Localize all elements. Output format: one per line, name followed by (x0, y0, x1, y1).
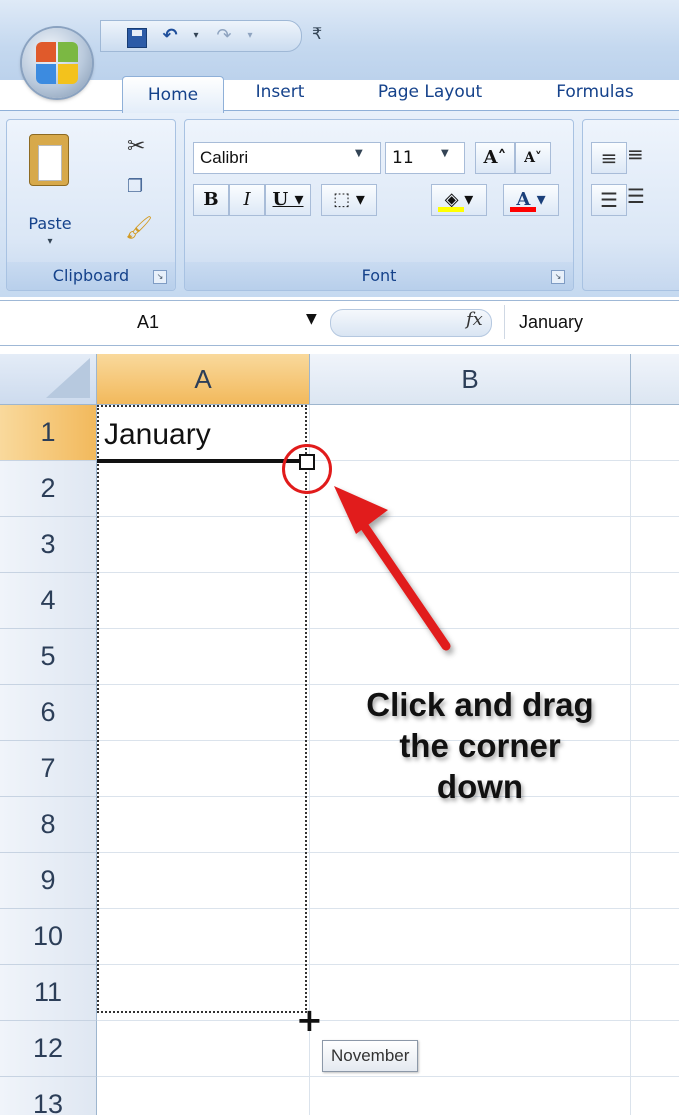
font-launcher-icon[interactable]: ↘ (551, 270, 565, 284)
clipboard-launcher-icon[interactable]: ↘ (153, 270, 167, 284)
bold-button[interactable]: B (193, 184, 229, 216)
grow-font-button[interactable]: A˄ (475, 142, 515, 174)
align-left-button[interactable]: ☰ (591, 184, 627, 216)
undo-dropdown-icon[interactable]: ▾ (185, 26, 207, 46)
callout-line: Click and drag (366, 686, 594, 723)
highlight-circle (282, 444, 332, 494)
format-painter-icon[interactable]: 🖌 (125, 216, 153, 241)
name-box[interactable]: A1 (0, 305, 296, 339)
tab-formulas[interactable]: Formulas (530, 74, 660, 110)
quick-access-toolbar: ↶ ▾ ↷ ▾ (100, 20, 302, 52)
align-top-button[interactable]: ≡ (591, 142, 627, 174)
insert-function-icon[interactable]: f𝑥 (466, 309, 483, 330)
red-arrow-icon (334, 486, 451, 651)
fill-color-swatch (438, 207, 464, 212)
copy-icon[interactable]: ❐ (127, 176, 143, 197)
tab-insert[interactable]: Insert (240, 74, 320, 110)
name-box-dropdown-icon[interactable]: ▼ (306, 311, 317, 327)
office-logo-icon (36, 42, 78, 84)
font-name-box[interactable]: Calibri (193, 142, 381, 174)
clipboard-icon (29, 134, 69, 186)
undo-icon[interactable]: ↶ (159, 26, 181, 46)
underline-button[interactable]: U ▾ (265, 184, 311, 216)
paste-label: Paste (28, 214, 72, 233)
italic-button[interactable]: I (229, 184, 265, 216)
borders-button[interactable]: ⬚ ▾ (321, 184, 377, 216)
font-color-swatch (510, 207, 536, 212)
ribbon: Paste ▾ ✂ ❐ 🖌 Clipboard ↘ Calibri ▼ 11 ▼… (0, 110, 679, 297)
font-group-label: Font (185, 262, 573, 290)
customize-toolbar-icon[interactable]: ₹ (312, 24, 322, 43)
cut-icon[interactable]: ✂ (127, 134, 145, 159)
font-name-dropdown-icon[interactable]: ▼ (355, 148, 363, 159)
redo-icon[interactable]: ↷ (213, 26, 235, 46)
alignment-group: ≡ ≡ ☰ ☰ (582, 119, 679, 291)
autofill-tooltip: November (322, 1040, 419, 1072)
shrink-font-button[interactable]: A˅ (515, 142, 551, 174)
formula-bar: A1 ▼ f𝑥 January (0, 300, 679, 346)
callout-line: down (436, 768, 524, 805)
office-button[interactable] (22, 28, 92, 98)
font-size-box[interactable]: 11 (385, 142, 465, 174)
save-icon[interactable] (127, 28, 147, 48)
align-center-icon[interactable]: ☰ (627, 184, 645, 208)
clipboard-group: Paste ▾ ✂ ❐ 🖌 Clipboard ↘ (6, 119, 176, 291)
fill-color-button[interactable]: ◈ ▾ (431, 184, 487, 216)
clipboard-group-label: Clipboard (7, 262, 175, 290)
paste-dropdown-icon[interactable]: ▾ (15, 236, 85, 247)
align-middle-icon[interactable]: ≡ (627, 142, 644, 166)
tab-home[interactable]: Home (122, 76, 224, 113)
font-group: Calibri ▼ 11 ▼ A˄ A˅ B I U ▾ ⬚ ▾ ◈ ▾ A ▾… (184, 119, 574, 291)
redo-dropdown-icon[interactable]: ▾ (239, 26, 261, 46)
callout-line: the corner (399, 727, 561, 764)
formula-input[interactable]: January (504, 305, 679, 339)
font-size-dropdown-icon[interactable]: ▼ (441, 148, 449, 159)
paste-button[interactable]: Paste ▾ (15, 126, 85, 252)
tab-page-layout[interactable]: Page Layout (350, 74, 510, 110)
instruction-callout: Click and drag the corner down (332, 684, 628, 807)
worksheet-grid[interactable]: A B 1 2 3 4 5 6 7 8 9 10 11 12 13 January + Click an… (0, 348, 679, 1115)
font-color-button[interactable]: A ▾ (503, 184, 559, 216)
